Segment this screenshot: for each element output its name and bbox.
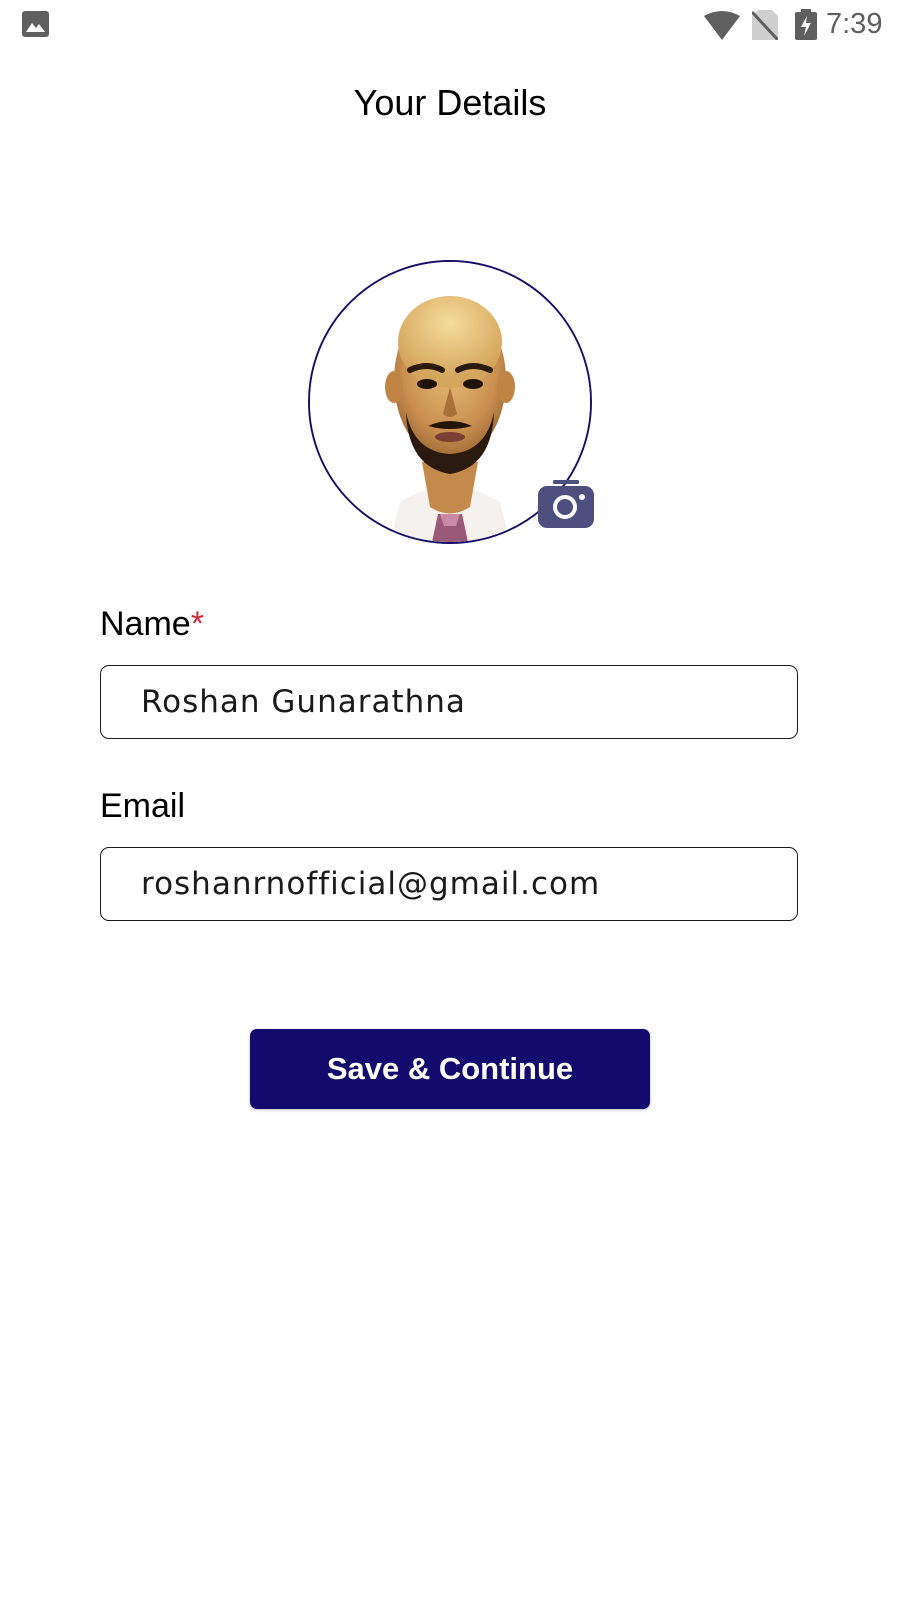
battery-charging-icon (795, 9, 817, 40)
name-label: Name* (100, 604, 204, 644)
wifi-icon (704, 11, 740, 40)
camera-icon[interactable] (538, 478, 594, 528)
required-asterisk: * (190, 605, 204, 643)
save-continue-button[interactable]: Save & Continue (250, 1029, 650, 1109)
page-title: Your Details (353, 82, 547, 123)
email-field[interactable] (100, 847, 798, 921)
name-label-text: Name (100, 605, 191, 643)
no-sim-icon (752, 10, 778, 40)
gallery-icon (22, 11, 49, 37)
status-time: 7:39 (826, 8, 883, 40)
email-label: Email (100, 787, 186, 825)
name-field[interactable] (100, 665, 798, 739)
profile-photo-section (308, 260, 594, 544)
status-bar: 7:39 (0, 0, 900, 48)
